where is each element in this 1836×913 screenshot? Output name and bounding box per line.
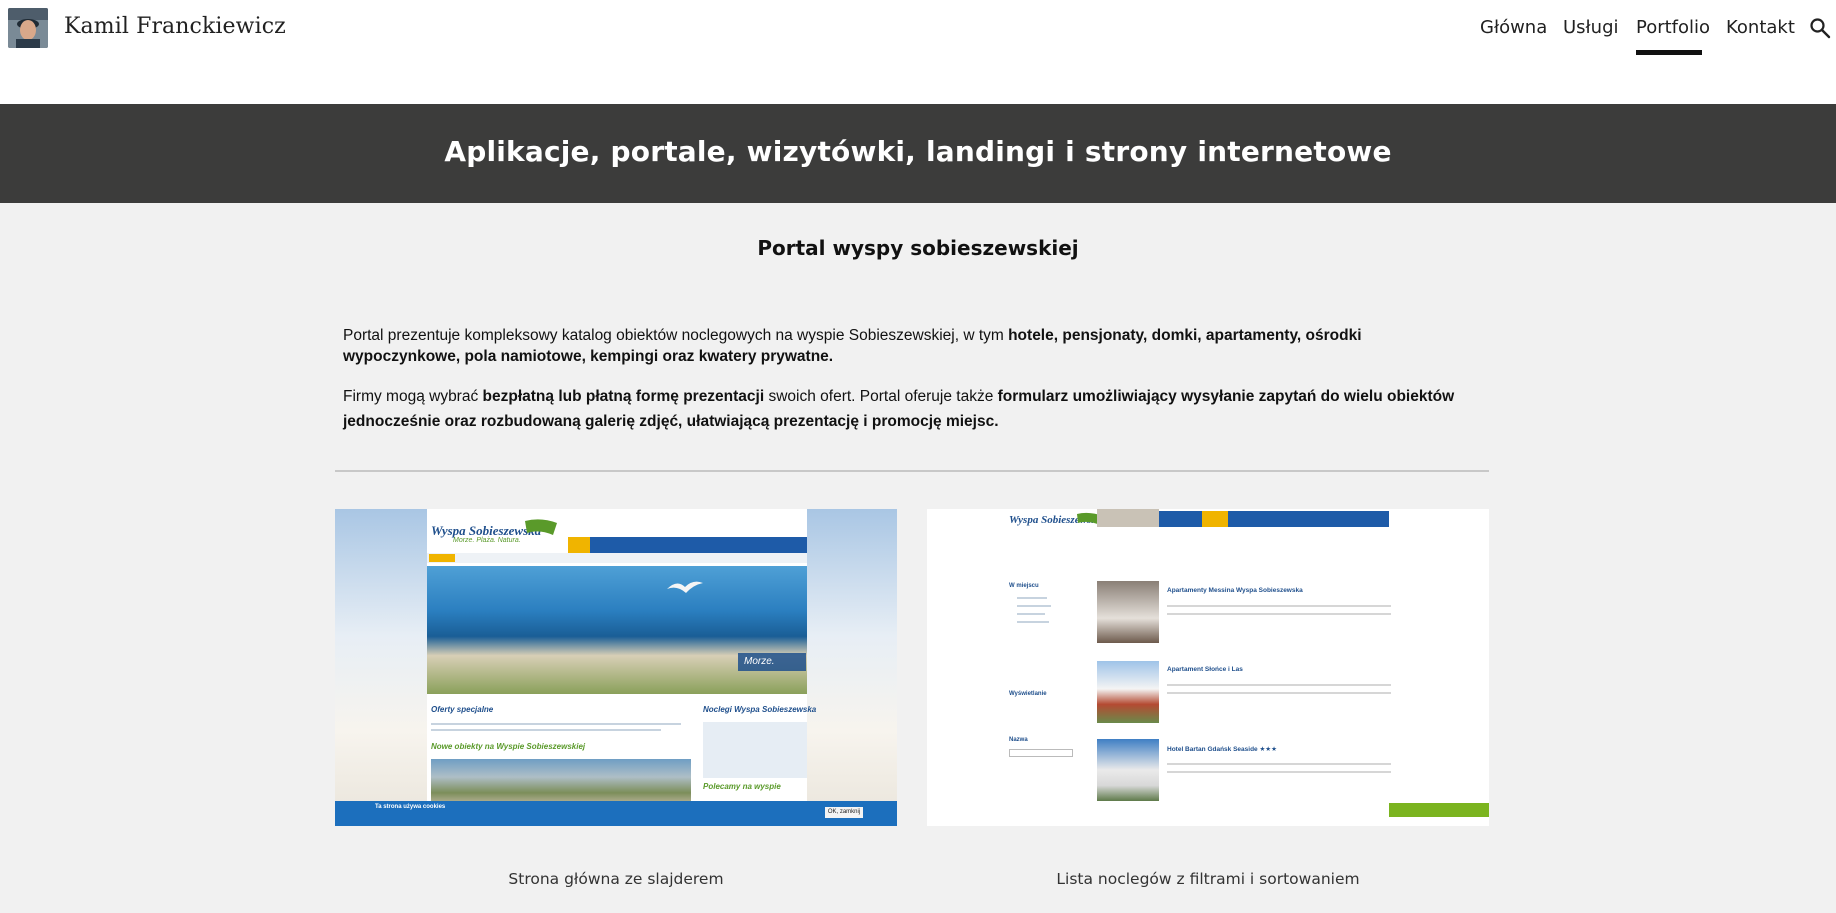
mock-text-line [431, 723, 681, 725]
seagull-icon [667, 581, 703, 593]
mock-tab-active [429, 554, 455, 562]
nav-item-kontakt[interactable]: Kontakt [1726, 17, 1795, 38]
mock-stays-list [703, 722, 807, 778]
mock-heading-stays: Noclegi Wyspa Sobieszewska [703, 705, 817, 714]
mock-heading-offers: Oferty specjalne [431, 705, 494, 714]
description-paragraph-1: Portal prezentuje kompleksowy katalog ob… [343, 325, 1473, 367]
mock-thumb [1097, 509, 1159, 527]
mock-inquiry-button [1389, 803, 1489, 817]
nav-item-uslugi[interactable]: Usługi [1563, 17, 1619, 38]
mock-cookie-bar: Ta strona używa cookies [335, 801, 897, 826]
mock-thumb [1097, 581, 1159, 643]
mock-side-show: Wyświetlanie [1009, 691, 1047, 697]
avatar-photo [8, 8, 48, 48]
mock-text-line [1167, 684, 1391, 686]
hero-band: Aplikacje, portale, wizytówki, landingi … [0, 104, 1836, 203]
gallery-image-listing[interactable]: Wyspa Sobieszewska W miejscu Wyświetlani… [927, 509, 1489, 826]
mock-name-input [1009, 749, 1073, 757]
mock-text-line [431, 729, 661, 731]
mock-text-line [1167, 613, 1391, 615]
nav-item-portfolio[interactable]: Portfolio [1636, 17, 1710, 38]
search-icon[interactable] [1809, 17, 1831, 39]
mock-side-location: W miejscu [1009, 583, 1039, 589]
mock-side-name: Nazwa [1009, 737, 1028, 743]
p1-text: Portal prezentuje kompleksowy katalog ob… [343, 327, 1009, 344]
mock-text-line [1017, 597, 1047, 599]
p2-text-2: swoich ofert. Portal oferuje także [764, 388, 998, 405]
mock-home-icon [568, 537, 590, 553]
mock-menu [568, 537, 807, 553]
mock-text-line [1017, 621, 1049, 623]
p2-text-1: Firmy mogą wybrać [343, 388, 483, 405]
section-divider [335, 470, 1489, 472]
mock-tabs [427, 553, 807, 563]
section-title: Portal wyspy sobieszewskiej [757, 236, 1079, 260]
mock-menu-active [1202, 511, 1228, 527]
nav-item-glowna[interactable]: Główna [1480, 17, 1547, 38]
gallery-caption-homepage: Strona główna ze slajderem [508, 870, 724, 888]
gallery-image-homepage[interactable]: Wyspa Sobieszewska Morze. Plaża. Natura.… [335, 509, 897, 826]
description-paragraph-2: Firmy mogą wybrać bezpłatną lub płatną f… [343, 384, 1473, 434]
mock-text-line [1167, 605, 1391, 607]
mock-text-line [1167, 763, 1391, 765]
flag-logo-icon [525, 519, 557, 535]
mock-thumb [1097, 661, 1159, 723]
mock-heading-recommended: Polecamy na wyspie [703, 782, 781, 791]
nav-active-indicator [1636, 50, 1702, 55]
avatar[interactable] [8, 8, 48, 48]
mock-item-title: Hotel Bartan Gdańsk Seaside ★★★ [1167, 746, 1277, 753]
banner-caption: Morze. [738, 653, 806, 671]
mock-text-line [1167, 771, 1391, 773]
cookie-title: Ta strona używa cookies [375, 804, 446, 810]
gallery-caption-listing: Lista noclegów z filtrami i sortowaniem [1056, 870, 1360, 888]
mock-text-line [1167, 692, 1391, 694]
mock-banner-photo [427, 566, 807, 694]
mock-object-photo [431, 759, 691, 804]
mock-thumb [1097, 739, 1159, 801]
site-header: Kamil Franckiewicz Główna Usługi Portfol… [0, 0, 1836, 104]
site-name[interactable]: Kamil Franckiewicz [64, 14, 286, 39]
mock-menu [1149, 511, 1389, 527]
mock-text-line [1017, 613, 1045, 615]
mock-item-title: Apartament Słońce i Las [1167, 666, 1243, 673]
mock-heading-new: Nowe obiekty na Wyspie Sobieszewskiej [431, 742, 586, 751]
mock-tagline: Morze. Plaża. Natura. [453, 537, 521, 544]
mock-item-title: Apartamenty Messina Wyspa Sobieszewska [1167, 587, 1303, 594]
hero-title: Aplikacje, portale, wizytówki, landingi … [444, 135, 1392, 168]
p2-bold-1: bezpłatną lub płatną formę prezentacji [482, 388, 765, 405]
mock-text-line [1017, 605, 1051, 607]
cookie-ok-button: OK, zamknij [825, 807, 863, 818]
